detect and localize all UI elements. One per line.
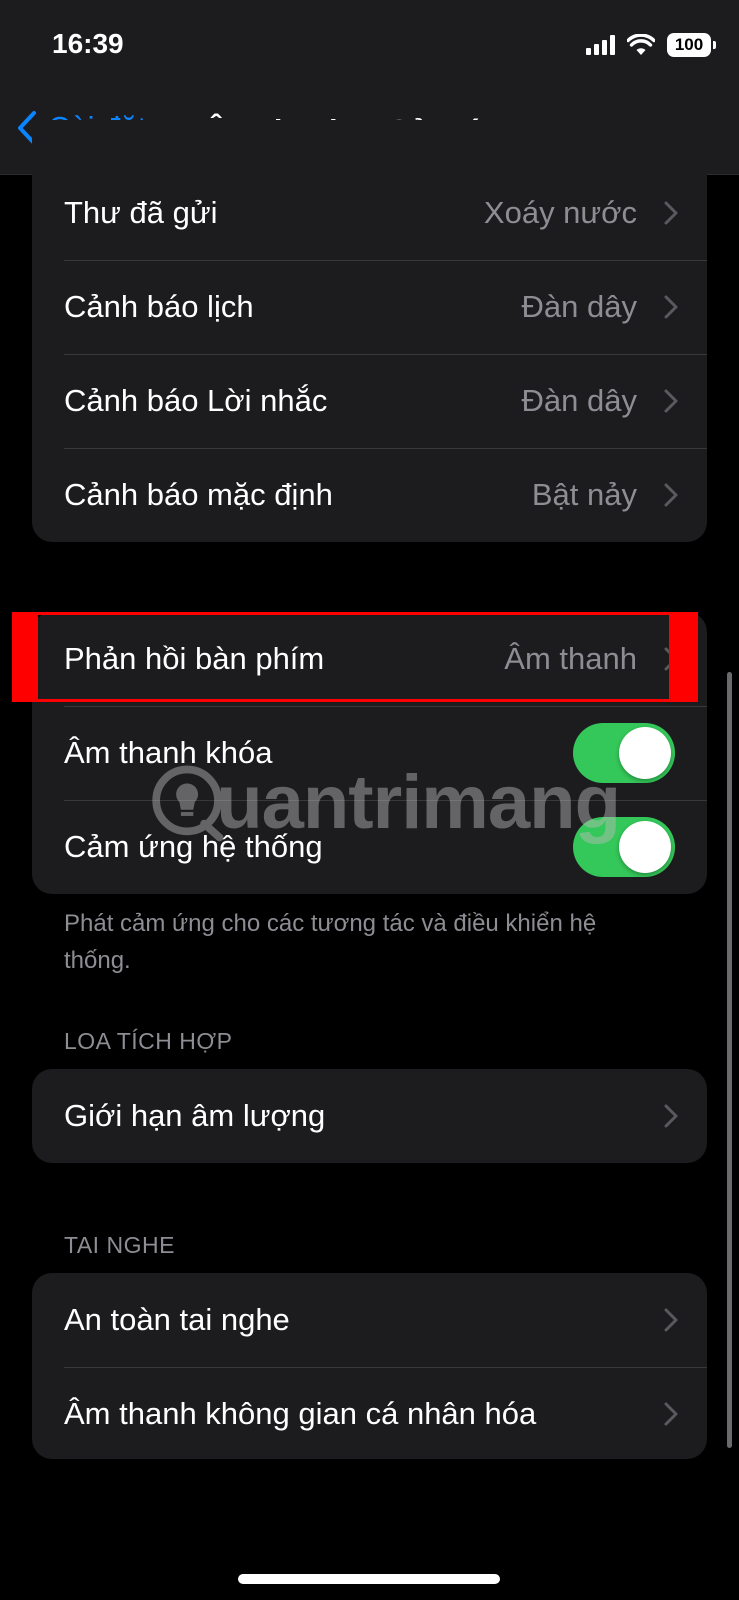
row-value: Xoáy nước [483, 195, 637, 230]
list-item-keyboard-feedback[interactable]: Phản hồi bàn phím Âm thanh [32, 612, 707, 706]
feedback-group: Phản hồi bàn phím Âm thanh Âm thanh khóa… [32, 612, 707, 894]
row-label: Thư đã gửi [64, 195, 218, 230]
row-label: Cảnh báo Lời nhắc [64, 383, 328, 418]
cellular-signal-icon [586, 35, 615, 55]
row-label: Cảm ứng hệ thống [64, 829, 323, 864]
chevron-right-icon [664, 1104, 678, 1128]
chevron-right-icon [664, 389, 678, 413]
chevron-right-icon [664, 647, 678, 671]
status-icons: 100 [586, 30, 716, 60]
status-time: 16:39 [52, 28, 124, 59]
row-label: Giới hạn âm lượng [64, 1098, 326, 1133]
chevron-right-icon [664, 1402, 678, 1426]
lock-sound-toggle[interactable] [573, 723, 675, 783]
home-indicator[interactable] [238, 1574, 500, 1584]
battery-icon: 100 [667, 33, 716, 57]
section-header-built-in-speaker: LOA TÍCH HỢP [64, 1028, 233, 1054]
chevron-right-icon [664, 1308, 678, 1332]
row-label: Cảnh báo lịch [64, 289, 254, 324]
section-header-headphones: TAI NGHE [64, 1232, 175, 1258]
list-item-sent-mail[interactable]: Thư đã gửi Xoáy nước [32, 166, 707, 260]
row-label: Cảnh báo mặc định [64, 477, 333, 512]
status-bar: 16:39 100 [0, 0, 739, 90]
row-value: Bật nảy [531, 477, 637, 512]
row-value: Đàn dây [521, 383, 637, 418]
row-label: Âm thanh khóa [64, 735, 273, 770]
chevron-right-icon [664, 483, 678, 507]
wifi-icon [627, 34, 655, 55]
row-label: Âm thanh không gian cá nhân hóa [64, 1396, 537, 1431]
system-haptics-toggle[interactable] [573, 817, 675, 877]
list-item-personalized-spatial-audio[interactable]: Âm thanh không gian cá nhân hóa [32, 1367, 707, 1459]
scroll-indicator[interactable] [727, 672, 732, 1448]
list-item-reminder-alerts[interactable]: Cảnh báo Lời nhắc Đàn dây [32, 354, 707, 448]
list-item-lock-sound: Âm thanh khóa [32, 706, 707, 800]
row-label: An toàn tai nghe [64, 1302, 290, 1337]
row-value: Âm thanh [504, 641, 637, 676]
list-item-volume-limit[interactable]: Giới hạn âm lượng [32, 1069, 707, 1163]
row-value: Đàn dây [521, 289, 637, 324]
list-item-calendar-alerts[interactable]: Cảnh báo lịch Đàn dây [32, 260, 707, 354]
toggle-knob [619, 727, 671, 779]
built-in-speaker-group: Giới hạn âm lượng [32, 1069, 707, 1163]
row-label: Phản hồi bàn phím [64, 641, 325, 676]
list-item-default-alerts[interactable]: Cảnh báo mặc định Bật nảy [32, 448, 707, 542]
list-item-headphone-safety[interactable]: An toàn tai nghe [32, 1273, 707, 1367]
system-haptics-footer: Phát cảm ứng cho các tương tác và điều k… [64, 910, 597, 974]
chevron-right-icon [664, 201, 678, 225]
chevron-right-icon [664, 295, 678, 319]
list-item-system-haptics: Cảm ứng hệ thống [32, 800, 707, 894]
alert-sounds-group: Thư đã gửi Xoáy nước Cảnh báo lịch Đàn d… [32, 120, 707, 542]
headphones-group: An toàn tai nghe Âm thanh không gian cá … [32, 1273, 707, 1459]
toggle-knob [619, 821, 671, 873]
